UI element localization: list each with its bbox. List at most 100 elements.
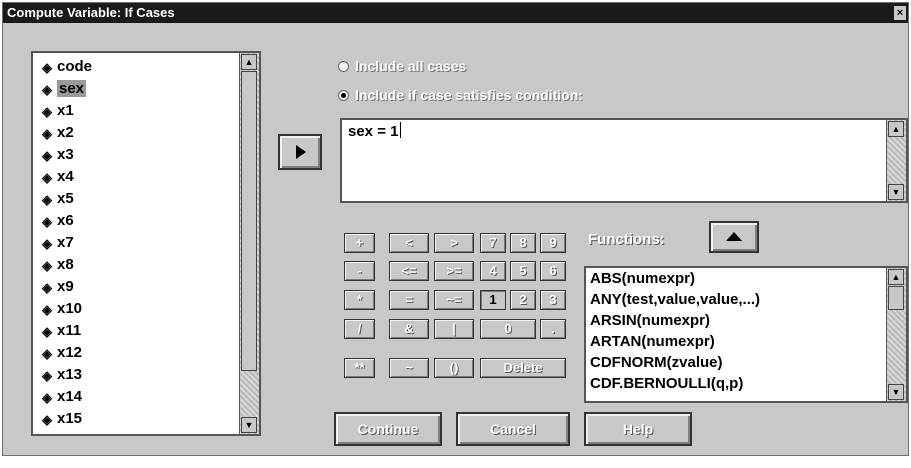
- function-item[interactable]: CDF.BERNOULLI(q,p): [590, 374, 743, 394]
- numeric-variable-icon: ◈: [42, 192, 52, 207]
- key-9-button[interactable]: 9: [540, 233, 566, 253]
- variable-label: x10: [57, 300, 83, 317]
- key-not-button[interactable]: ~: [389, 358, 429, 378]
- key-parentheses-button[interactable]: (): [434, 358, 474, 378]
- key-3-button[interactable]: 3: [540, 290, 566, 310]
- help-button[interactable]: Help: [584, 412, 692, 446]
- variable-item[interactable]: ◈ x7: [39, 233, 74, 253]
- variable-label: x11: [57, 322, 82, 339]
- variable-item[interactable]: ◈ x11: [39, 321, 81, 341]
- numeric-variable-icon: ◈: [42, 412, 52, 427]
- key-power-button[interactable]: **: [344, 358, 375, 378]
- key-0-button[interactable]: 0: [480, 319, 536, 339]
- key-delete-button[interactable]: Delete: [480, 358, 566, 378]
- numeric-variable-icon: ◈: [42, 148, 52, 163]
- variable-item[interactable]: ◈ x15: [39, 409, 82, 429]
- key-divide-button[interactable]: /: [344, 319, 375, 339]
- condition-text: sex = 1: [348, 122, 402, 140]
- key-and-button[interactable]: &: [389, 319, 429, 339]
- variable-item[interactable]: ◈ x10: [39, 299, 82, 319]
- text-cursor: [400, 122, 402, 138]
- condition-scrollbar[interactable]: ▲ ▼: [886, 120, 906, 201]
- key-equals-button[interactable]: =: [389, 290, 429, 310]
- variable-item[interactable]: ◈ x12: [39, 343, 82, 363]
- key-4-button[interactable]: 4: [480, 261, 506, 281]
- condition-expression-input[interactable]: sex = 1 ▲ ▼: [340, 118, 908, 203]
- continue-button[interactable]: Continue: [334, 412, 442, 446]
- variable-item[interactable]: ◈ code: [39, 57, 92, 77]
- radio-label-all-cases: Include all cases: [355, 58, 467, 74]
- radio-icon: [338, 61, 349, 72]
- key-greater-than-button[interactable]: >: [434, 233, 474, 253]
- scroll-down-icon[interactable]: ▼: [241, 417, 257, 433]
- variable-item[interactable]: ◈ x3: [39, 145, 74, 165]
- variable-item[interactable]: ◈ x5: [39, 189, 74, 209]
- numeric-variable-icon: ◈: [42, 390, 52, 405]
- key-or-button[interactable]: |: [434, 319, 474, 339]
- key-plus-button[interactable]: +: [344, 233, 375, 253]
- move-variable-button[interactable]: [278, 134, 322, 170]
- cancel-button[interactable]: Cancel: [456, 412, 570, 446]
- variable-list-scrollbar[interactable]: ▲ ▼: [239, 53, 259, 434]
- arrow-up-icon: [726, 232, 742, 241]
- variable-label: x4: [57, 168, 74, 185]
- numeric-variable-icon: ◈: [42, 346, 52, 361]
- key-multiply-button[interactable]: *: [344, 290, 375, 310]
- key-less-than-button[interactable]: <: [389, 233, 429, 253]
- numeric-variable-icon: ◈: [42, 324, 52, 339]
- key-less-equal-button[interactable]: <=: [389, 261, 429, 281]
- scroll-thumb[interactable]: [241, 71, 257, 371]
- numeric-variable-icon: ◈: [42, 236, 52, 251]
- variable-item[interactable]: ◈ x8: [39, 255, 74, 275]
- variable-item[interactable]: ◈ sex: [39, 79, 87, 99]
- variable-item[interactable]: ◈ x4: [39, 167, 74, 187]
- scroll-thumb[interactable]: [888, 286, 904, 310]
- functions-list[interactable]: ▲ ▼ ABS(numexpr) ANY(test,value,value,...…: [584, 266, 908, 403]
- key-2-button[interactable]: 2: [510, 290, 536, 310]
- radio-label-if-case: Include if case satisfies condition:: [355, 87, 583, 103]
- arrow-right-icon: [296, 145, 306, 159]
- scroll-up-icon[interactable]: ▲: [888, 269, 904, 285]
- variable-item[interactable]: ◈ x14: [39, 387, 82, 407]
- window-title: Compute Variable: If Cases: [7, 5, 175, 20]
- key-1-button[interactable]: 1: [480, 290, 506, 310]
- variable-item[interactable]: ◈ x1: [39, 101, 74, 121]
- variable-item[interactable]: ◈ x6: [39, 211, 74, 231]
- key-decimal-button[interactable]: .: [540, 319, 566, 339]
- radio-selected-icon: [338, 90, 349, 101]
- numeric-variable-icon: ◈: [42, 368, 52, 383]
- numeric-variable-icon: ◈: [42, 170, 52, 185]
- functions-label: Functions:: [588, 231, 665, 248]
- close-icon[interactable]: ×: [894, 6, 906, 20]
- scroll-up-icon[interactable]: ▲: [241, 54, 257, 70]
- radio-include-all-cases[interactable]: Include all cases: [338, 58, 466, 74]
- function-item[interactable]: ARTAN(numexpr): [590, 332, 715, 352]
- variable-item[interactable]: ◈ x9: [39, 277, 74, 297]
- key-6-button[interactable]: 6: [540, 261, 566, 281]
- variable-item[interactable]: ◈ x2: [39, 123, 74, 143]
- function-item[interactable]: ANY(test,value,value,...): [590, 290, 760, 310]
- radio-include-if-case[interactable]: Include if case satisfies condition:: [338, 87, 583, 103]
- variable-label: x1: [57, 102, 74, 119]
- function-item[interactable]: CDFNORM(zvalue): [590, 353, 723, 373]
- function-item[interactable]: ARSIN(numexpr): [590, 311, 710, 331]
- functions-scrollbar[interactable]: ▲ ▼: [886, 268, 906, 401]
- scroll-up-icon[interactable]: ▲: [888, 121, 904, 137]
- numeric-variable-icon: ◈: [42, 104, 52, 119]
- insert-function-button[interactable]: [709, 221, 759, 253]
- key-8-button[interactable]: 8: [510, 233, 536, 253]
- key-minus-button[interactable]: -: [344, 261, 375, 281]
- key-7-button[interactable]: 7: [480, 233, 506, 253]
- scroll-down-icon[interactable]: ▼: [888, 384, 904, 400]
- scroll-down-icon[interactable]: ▼: [888, 184, 904, 200]
- numeric-variable-icon: ◈: [42, 214, 52, 229]
- variable-item[interactable]: ◈ x13: [39, 365, 82, 385]
- variable-label: x15: [57, 410, 83, 427]
- key-greater-equal-button[interactable]: >=: [434, 261, 474, 281]
- variable-label: x2: [57, 124, 74, 141]
- function-item[interactable]: ABS(numexpr): [590, 269, 695, 289]
- numeric-variable-icon: ◈: [42, 258, 52, 273]
- key-5-button[interactable]: 5: [510, 261, 536, 281]
- key-not-equal-button[interactable]: ~=: [434, 290, 474, 310]
- variable-list[interactable]: ▲ ▼ ◈ code ◈ sex ◈ x1 ◈ x2 ◈ x3 ◈ x4 ◈ x5 ◈ x6 ◈ x7 ◈ x8 ◈ x9…: [31, 51, 261, 436]
